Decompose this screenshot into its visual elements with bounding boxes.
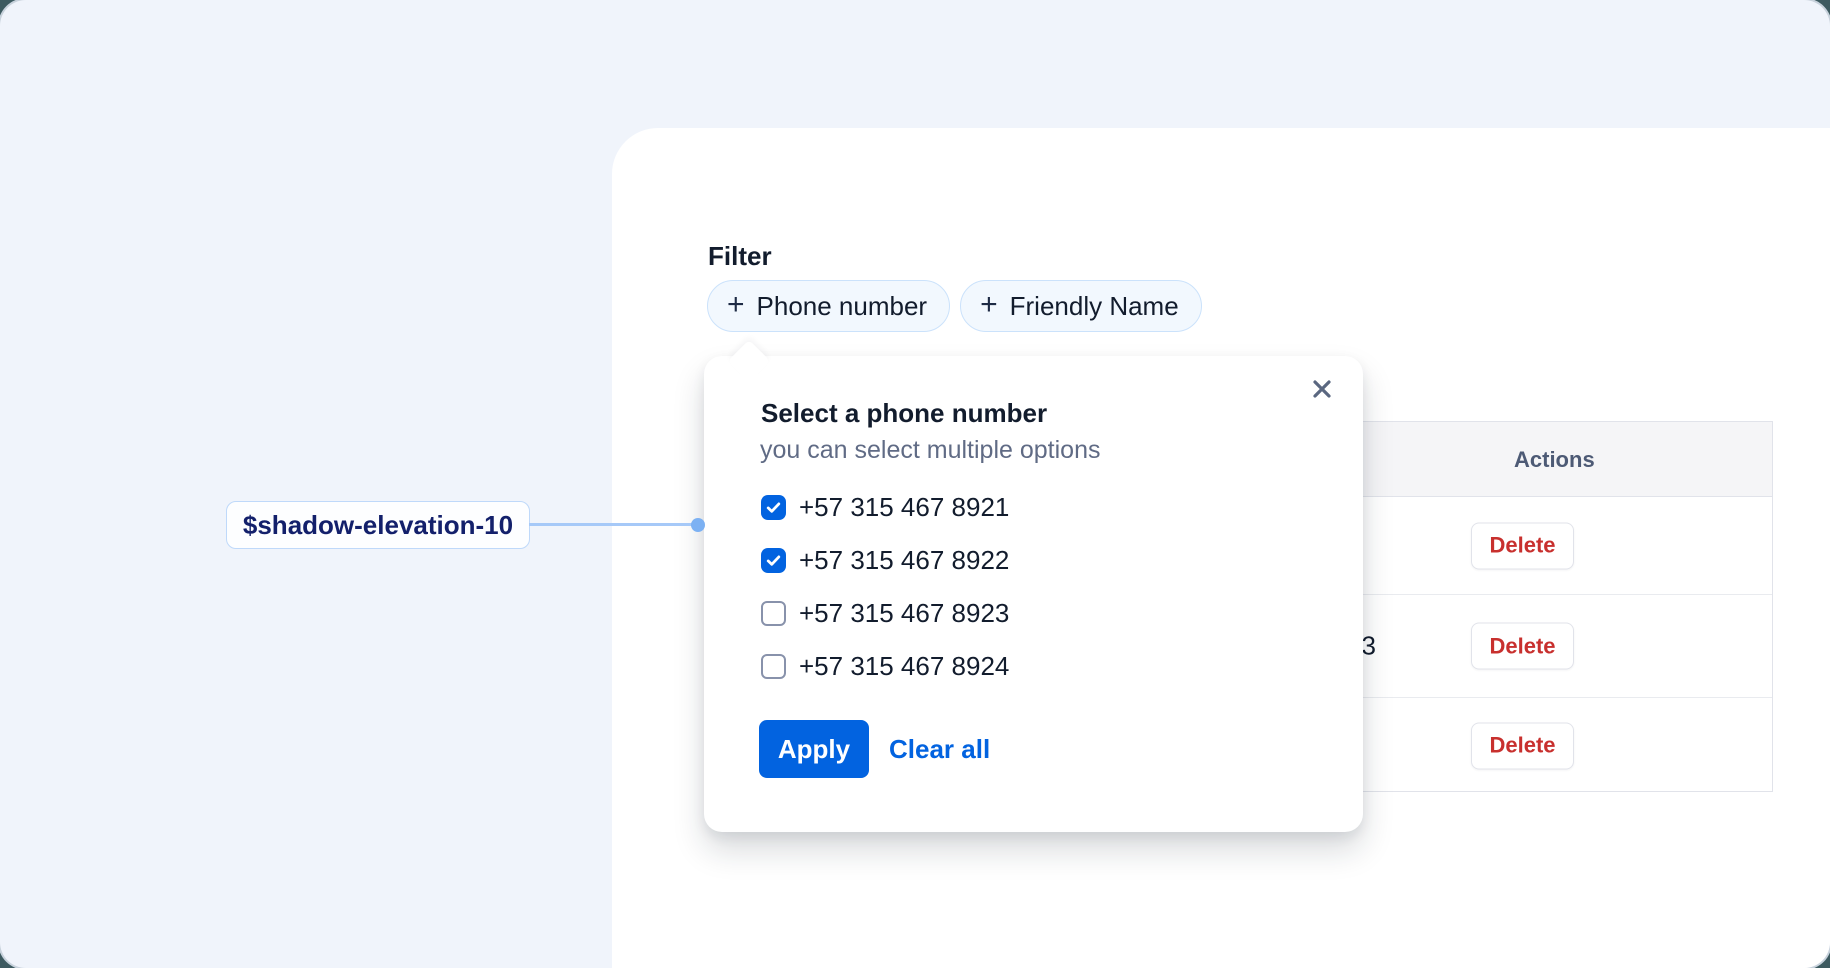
annotation-connector-line (529, 523, 692, 526)
annotation-connector-dot (691, 518, 705, 532)
phone-number-options: +57 315 467 8921 +57 315 467 8922 +57 31… (761, 494, 1009, 679)
phone-option[interactable]: +57 315 467 8924 (761, 653, 1009, 679)
delete-button[interactable]: Delete (1471, 623, 1574, 670)
clear-all-link[interactable]: Clear all (889, 734, 990, 765)
popover-subtitle: you can select multiple options (760, 436, 1100, 465)
shadow-token-annotation: $shadow-elevation-10 (226, 501, 530, 549)
apply-button[interactable]: Apply (759, 720, 869, 778)
filter-chip-label: Phone number (757, 291, 928, 322)
popover-actions: Apply Clear all (759, 720, 990, 778)
close-icon (1311, 378, 1333, 400)
actions-column-header: Actions (1514, 447, 1595, 473)
phone-option-label: +57 315 467 8921 (799, 492, 1009, 523)
checkmark-icon (765, 499, 782, 516)
page-card: Filter + Phone number + Friendly Name Ac… (0, 0, 1830, 968)
checkbox-checked[interactable] (761, 548, 786, 573)
phone-option[interactable]: +57 315 467 8922 (761, 547, 1009, 573)
filter-chip-phone-number[interactable]: + Phone number (707, 280, 950, 332)
filter-chip-label: Friendly Name (1010, 291, 1179, 322)
checkbox-checked[interactable] (761, 495, 786, 520)
popover-title: Select a phone number (761, 398, 1047, 429)
filter-chip-friendly-name[interactable]: + Friendly Name (960, 280, 1202, 332)
close-button[interactable] (1307, 374, 1337, 404)
plus-icon: + (980, 290, 998, 320)
delete-button[interactable]: Delete (1471, 522, 1574, 569)
checkmark-icon (765, 552, 782, 569)
plus-icon: + (727, 290, 745, 320)
checkbox-unchecked[interactable] (761, 601, 786, 626)
phone-option-label: +57 315 467 8924 (799, 651, 1009, 682)
phone-option[interactable]: +57 315 467 8923 (761, 600, 1009, 626)
phone-number-filter-popover: Select a phone number you can select mul… (704, 356, 1363, 832)
phone-option-label: +57 315 467 8922 (799, 545, 1009, 576)
checkbox-unchecked[interactable] (761, 654, 786, 679)
delete-button[interactable]: Delete (1471, 722, 1574, 769)
phone-option-label: +57 315 467 8923 (799, 598, 1009, 629)
filter-heading: Filter (708, 241, 772, 272)
phone-option[interactable]: +57 315 467 8921 (761, 494, 1009, 520)
filter-chip-row: + Phone number + Friendly Name (707, 280, 1202, 332)
